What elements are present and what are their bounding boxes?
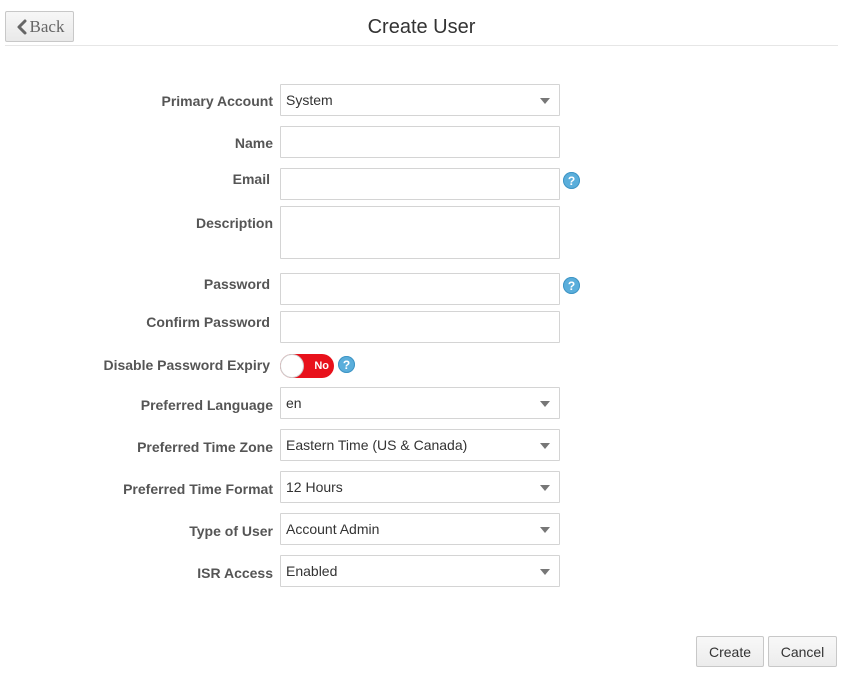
preferred-time-zone-select[interactable]: Eastern Time (US & Canada)	[280, 429, 560, 461]
preferred-language-value: en	[286, 395, 302, 411]
isr-access-select[interactable]: Enabled	[280, 555, 560, 587]
preferred-time-zone-value: Eastern Time (US & Canada)	[286, 437, 468, 453]
password-input[interactable]	[280, 273, 560, 305]
toggle-knob	[280, 354, 304, 378]
preferred-time-format-value: 12 Hours	[286, 479, 343, 495]
caret-down-icon	[540, 401, 550, 407]
email-input[interactable]	[280, 168, 560, 200]
primary-account-label: Primary Account	[161, 93, 273, 109]
description-label: Description	[195, 215, 273, 231]
preferred-time-format-label: Preferred Time Format	[123, 481, 273, 497]
help-circle-icon[interactable]: ?	[338, 356, 355, 373]
create-button[interactable]: Create	[696, 636, 764, 667]
disable-password-expiry-label: Disable Password Expiry	[103, 357, 270, 373]
disable-password-expiry-toggle[interactable]: No	[280, 354, 334, 378]
caret-down-icon	[540, 98, 550, 104]
preferred-language-select[interactable]: en	[280, 387, 560, 419]
type-of-user-select[interactable]: Account Admin	[280, 513, 560, 545]
confirm-password-input[interactable]	[280, 311, 560, 343]
caret-down-icon	[540, 443, 550, 449]
page-header: Back Create User	[5, 0, 838, 46]
preferred-time-format-select[interactable]: 12 Hours	[280, 471, 560, 503]
name-label: Name	[234, 135, 273, 151]
caret-down-icon	[540, 527, 550, 533]
primary-account-select[interactable]: System	[280, 84, 560, 116]
email-label: Email	[232, 171, 270, 187]
name-input[interactable]	[280, 126, 560, 158]
confirm-password-label: Confirm Password	[146, 314, 270, 330]
toggle-state: No	[314, 360, 329, 372]
primary-account-value: System	[286, 92, 333, 108]
type-of-user-label: Type of User	[189, 523, 273, 539]
preferred-language-label: Preferred Language	[140, 397, 273, 413]
description-textarea[interactable]	[280, 206, 560, 259]
cancel-button[interactable]: Cancel	[768, 636, 837, 667]
type-of-user-value: Account Admin	[286, 521, 380, 537]
password-label: Password	[203, 276, 270, 292]
preferred-time-zone-label: Preferred Time Zone	[137, 439, 273, 455]
isr-access-value: Enabled	[286, 563, 338, 579]
page-title: Create User	[367, 16, 476, 38]
caret-down-icon	[540, 485, 550, 491]
help-circle-icon[interactable]: ?	[563, 277, 580, 294]
isr-access-label: ISR Access	[197, 565, 273, 581]
help-circle-icon[interactable]: ?	[563, 172, 580, 189]
caret-down-icon	[540, 569, 550, 575]
